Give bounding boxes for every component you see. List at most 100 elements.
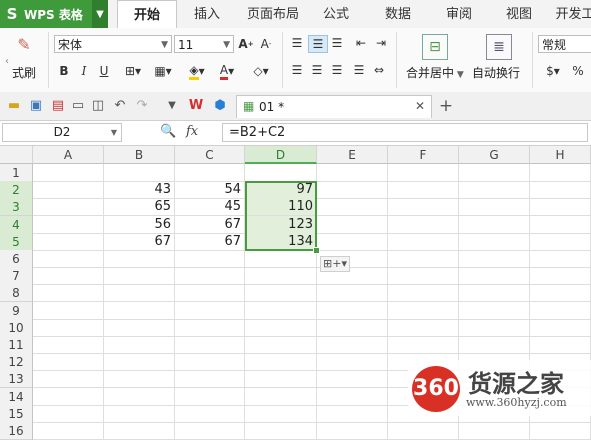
cell-c9[interactable] xyxy=(175,302,245,320)
cell-f6[interactable] xyxy=(388,250,459,268)
fill-handle[interactable] xyxy=(313,247,320,254)
italic-icon[interactable]: I xyxy=(76,62,92,80)
column-header-h[interactable]: H xyxy=(530,146,591,164)
cell-h10[interactable] xyxy=(530,319,591,337)
cell-f10[interactable] xyxy=(388,319,459,337)
row-header-9[interactable]: 9 xyxy=(0,302,33,320)
cell-f9[interactable] xyxy=(388,302,459,320)
formula-input[interactable]: =B2+C2 xyxy=(222,123,588,142)
fill-color-icon[interactable]: ◈ ▾ xyxy=(184,62,210,80)
cell-c14[interactable] xyxy=(175,388,245,406)
row-header-15[interactable]: 15 xyxy=(0,405,33,423)
cell-a13[interactable] xyxy=(33,370,104,388)
justify-icon[interactable]: ☰ xyxy=(350,62,368,78)
cell-style-icon[interactable]: ▦▾ xyxy=(150,62,176,80)
cell-b1[interactable] xyxy=(104,164,175,182)
cell-g5[interactable] xyxy=(459,233,530,251)
cell-h3[interactable] xyxy=(530,198,591,216)
row-header-7[interactable]: 7 xyxy=(0,267,33,285)
cell-b8[interactable] xyxy=(104,284,175,302)
save-icon[interactable]: ▣ xyxy=(28,98,44,114)
cell-a5[interactable] xyxy=(33,233,104,251)
underline-icon[interactable]: U xyxy=(96,62,112,80)
cell-d7[interactable] xyxy=(245,267,317,285)
row-header-1[interactable]: 1 xyxy=(0,164,33,182)
cell-b14[interactable] xyxy=(104,388,175,406)
merge-center-icon[interactable]: ⊟ xyxy=(422,34,448,60)
merge-center-button[interactable]: 合并居中 ▼ xyxy=(406,64,464,81)
cell-a12[interactable] xyxy=(33,353,104,371)
cell-c3[interactable]: 45 xyxy=(175,198,245,216)
cell-a15[interactable] xyxy=(33,405,104,423)
cell-g10[interactable] xyxy=(459,319,530,337)
export-pdf-icon[interactable]: ▤ xyxy=(50,98,66,114)
font-size-select[interactable]: 11 ▼ xyxy=(174,35,234,53)
cell-c2[interactable]: 54 xyxy=(175,181,245,199)
cell-b3[interactable]: 65 xyxy=(104,198,175,216)
cell-e13[interactable] xyxy=(317,370,388,388)
cell-h6[interactable] xyxy=(530,250,591,268)
cell-e3[interactable] xyxy=(317,198,388,216)
cell-e10[interactable] xyxy=(317,319,388,337)
wps-home-icon[interactable]: W xyxy=(188,98,204,114)
cell-c1[interactable] xyxy=(175,164,245,182)
tab-data[interactable]: 数据 xyxy=(376,0,420,28)
wrap-text-icon[interactable]: ≣ xyxy=(486,34,512,60)
cell-f7[interactable] xyxy=(388,267,459,285)
cell-a16[interactable] xyxy=(33,422,104,440)
percent-icon[interactable]: % xyxy=(570,62,586,80)
cell-e12[interactable] xyxy=(317,353,388,371)
open-folder-icon[interactable]: ▬ xyxy=(6,98,22,114)
align-right-icon[interactable]: ☰ xyxy=(328,62,346,78)
cloud-doc-icon[interactable]: ⬢ xyxy=(212,98,228,114)
row-header-3[interactable]: 3 xyxy=(0,198,33,216)
row-header-6[interactable]: 6 xyxy=(0,250,33,268)
cell-e5[interactable] xyxy=(317,233,388,251)
cell-d8[interactable] xyxy=(245,284,317,302)
cell-f4[interactable] xyxy=(388,216,459,234)
cell-c11[interactable] xyxy=(175,336,245,354)
row-header-11[interactable]: 11 xyxy=(0,336,33,354)
cell-e11[interactable] xyxy=(317,336,388,354)
ribbon-scroll-left-icon[interactable]: ‹ xyxy=(2,34,12,88)
name-box[interactable]: D2 ▼ xyxy=(2,123,122,142)
cell-d16[interactable] xyxy=(245,422,317,440)
print-icon[interactable]: ▭ xyxy=(70,98,86,114)
cell-f8[interactable] xyxy=(388,284,459,302)
tab-view[interactable]: 视图 xyxy=(497,0,541,28)
cell-g4[interactable] xyxy=(459,216,530,234)
cell-a7[interactable] xyxy=(33,267,104,285)
cell-e15[interactable] xyxy=(317,405,388,423)
bold-icon[interactable]: B xyxy=(56,62,72,80)
cell-h16[interactable] xyxy=(530,422,591,440)
distributed-align-icon[interactable]: ⇔ xyxy=(370,62,388,78)
column-header-f[interactable]: F xyxy=(388,146,459,164)
cell-g2[interactable] xyxy=(459,181,530,199)
row-header-4[interactable]: 4 xyxy=(0,216,33,234)
column-header-d[interactable]: D xyxy=(245,146,317,164)
cell-g1[interactable] xyxy=(459,164,530,182)
cell-d2[interactable]: 97 xyxy=(245,181,317,199)
column-header-c[interactable]: C xyxy=(175,146,245,164)
increase-font-icon[interactable]: A + xyxy=(237,35,255,53)
row-header-5[interactable]: 5 xyxy=(0,233,33,251)
cell-c13[interactable] xyxy=(175,370,245,388)
cell-e9[interactable] xyxy=(317,302,388,320)
row-header-14[interactable]: 14 xyxy=(0,388,33,406)
cell-g3[interactable] xyxy=(459,198,530,216)
cell-a8[interactable] xyxy=(33,284,104,302)
row-header-13[interactable]: 13 xyxy=(0,370,33,388)
cell-h5[interactable] xyxy=(530,233,591,251)
cell-a4[interactable] xyxy=(33,216,104,234)
cell-b5[interactable]: 67 xyxy=(104,233,175,251)
wps-app-button[interactable]: S WPS 表格 ▼ xyxy=(0,0,108,28)
cell-a9[interactable] xyxy=(33,302,104,320)
cell-f1[interactable] xyxy=(388,164,459,182)
align-bottom-icon[interactable]: ☰ xyxy=(328,35,346,51)
select-all-corner[interactable] xyxy=(0,146,33,164)
column-header-e[interactable]: E xyxy=(317,146,388,164)
tab-page-layout[interactable]: 页面布局 xyxy=(238,0,308,28)
cell-g11[interactable] xyxy=(459,336,530,354)
cell-b7[interactable] xyxy=(104,267,175,285)
cell-b13[interactable] xyxy=(104,370,175,388)
